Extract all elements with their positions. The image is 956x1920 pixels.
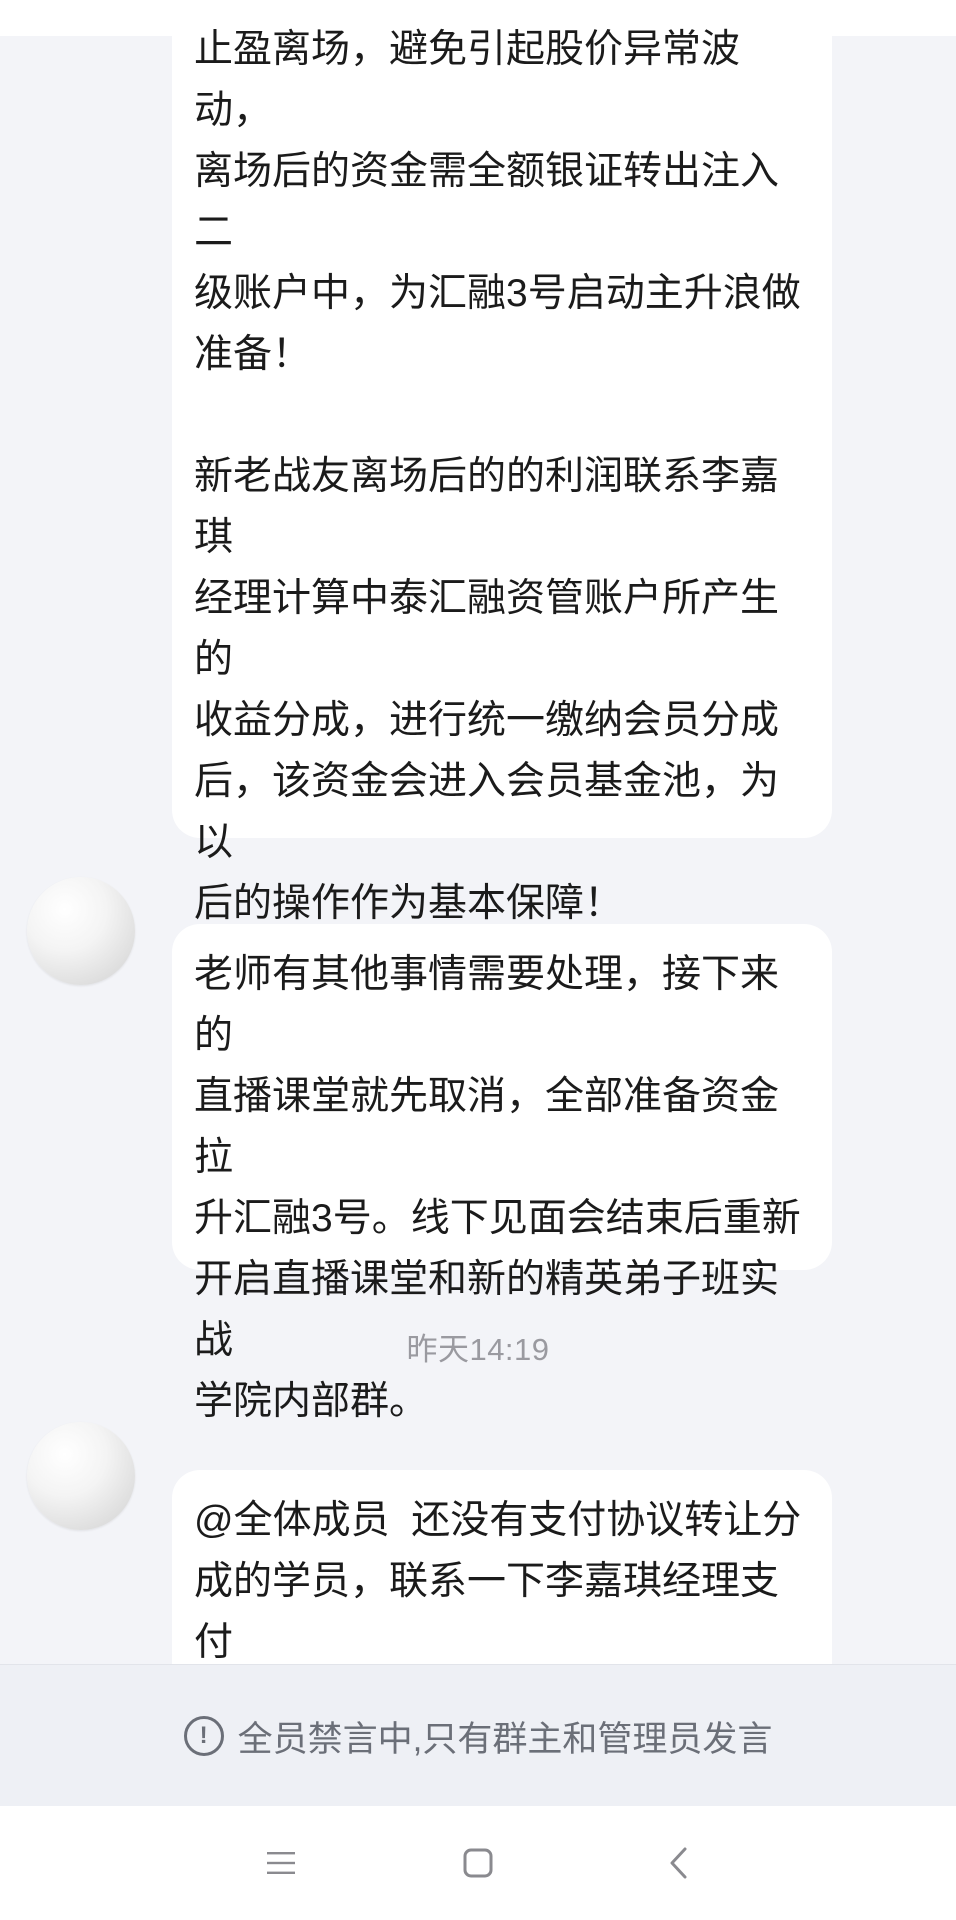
menu-button[interactable] [221,1806,341,1920]
mute-notice-text: 全员禁言中,只有群主和管理员发言 [237,1719,773,1759]
avatar[interactable] [27,1422,135,1530]
back-chevron-icon [670,1847,687,1879]
message-bubble-1: 止盈离场，避免引起股价异常波动， 离场后的资金需全额银证转出注入二 级账户中，为… [172,0,832,1108]
menu-icon [267,1852,295,1874]
message-bubble-2: 老师有其他事情需要处理，接下来的 直播课堂就先取消，全部准备资金拉 升汇融3号。… [172,924,832,1423]
info-circle-icon: ! [183,1716,224,1756]
home-button[interactable] [418,1806,538,1920]
system-navigation-bar [0,1806,956,1920]
mute-notice-bar: ! 全员禁言中,只有群主和管理员发言 [0,1664,956,1807]
avatar[interactable] [27,877,135,985]
back-button[interactable] [619,1806,739,1920]
home-square-icon [463,1848,493,1878]
timestamp: 昨天14:19 [406,1332,550,1367]
